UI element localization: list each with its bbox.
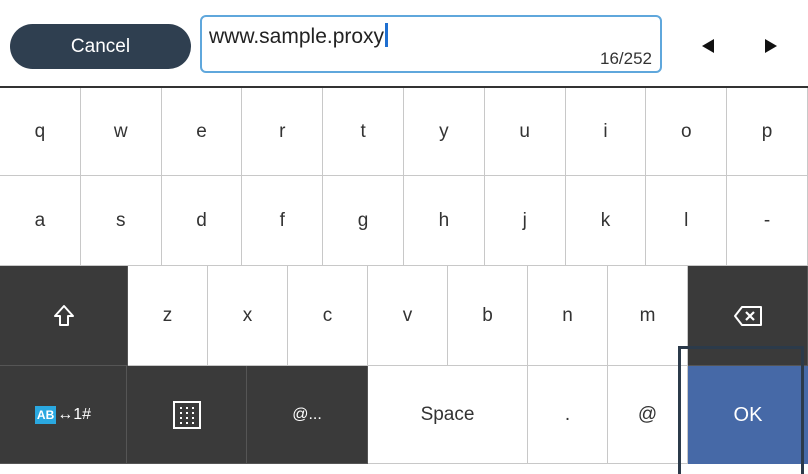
arrow-right-icon [765, 39, 777, 53]
key-u[interactable]: u [484, 88, 566, 176]
space-key[interactable]: Space [368, 366, 528, 464]
key-g[interactable]: g [323, 176, 404, 266]
layout-grid-key[interactable] [127, 366, 247, 464]
key-q[interactable]: q [0, 88, 81, 176]
at-key[interactable]: @ [608, 366, 688, 464]
key-j[interactable]: j [484, 176, 566, 266]
cursor-left-button[interactable] [686, 26, 730, 66]
text-input-field[interactable]: www.sample.proxy 16/252 [200, 15, 662, 73]
key-hyphen[interactable]: - [727, 176, 808, 266]
key-m[interactable]: m [608, 266, 688, 366]
ok-button[interactable]: OK [688, 366, 808, 464]
key-d[interactable]: d [161, 176, 243, 266]
arrow-left-icon [702, 39, 714, 53]
key-o[interactable]: o [646, 88, 728, 176]
cursor-right-button[interactable] [749, 26, 793, 66]
input-mode-toggle-key[interactable]: AB ↔1# [0, 366, 127, 464]
key-x[interactable]: x [208, 266, 288, 366]
key-y[interactable]: y [404, 88, 485, 176]
shift-icon [53, 304, 74, 326]
shift-key[interactable] [0, 266, 128, 366]
key-p[interactable]: p [727, 88, 808, 176]
key-i[interactable]: i [565, 88, 647, 176]
character-counter: 16/252 [600, 49, 652, 68]
key-a[interactable]: a [0, 176, 81, 266]
key-h[interactable]: h [404, 176, 485, 266]
key-b[interactable]: b [448, 266, 528, 366]
bottom-margin [0, 464, 808, 474]
key-f[interactable]: f [242, 176, 324, 266]
key-w[interactable]: w [80, 88, 162, 176]
mode-switch-icon: AB ↔1# [34, 405, 92, 424]
backspace-icon [733, 305, 762, 326]
backspace-key[interactable] [688, 266, 808, 366]
key-c[interactable]: c [288, 266, 368, 366]
key-v[interactable]: v [368, 266, 448, 366]
key-l[interactable]: l [646, 176, 728, 266]
key-z[interactable]: z [128, 266, 208, 366]
text-caret [385, 23, 389, 47]
keypad-icon [172, 400, 201, 429]
at-domain-key[interactable]: @... [247, 366, 368, 464]
key-e[interactable]: e [161, 88, 243, 176]
input-header: Cancel www.sample.proxy 16/252 [0, 0, 808, 86]
key-k[interactable]: k [565, 176, 647, 266]
key-s[interactable]: s [80, 176, 162, 266]
dot-key[interactable]: . [528, 366, 608, 464]
key-r[interactable]: r [242, 88, 324, 176]
cancel-button[interactable]: Cancel [10, 24, 191, 69]
key-n[interactable]: n [528, 266, 608, 366]
key-t[interactable]: t [323, 88, 404, 176]
input-value: www.sample.proxy [209, 23, 389, 49]
